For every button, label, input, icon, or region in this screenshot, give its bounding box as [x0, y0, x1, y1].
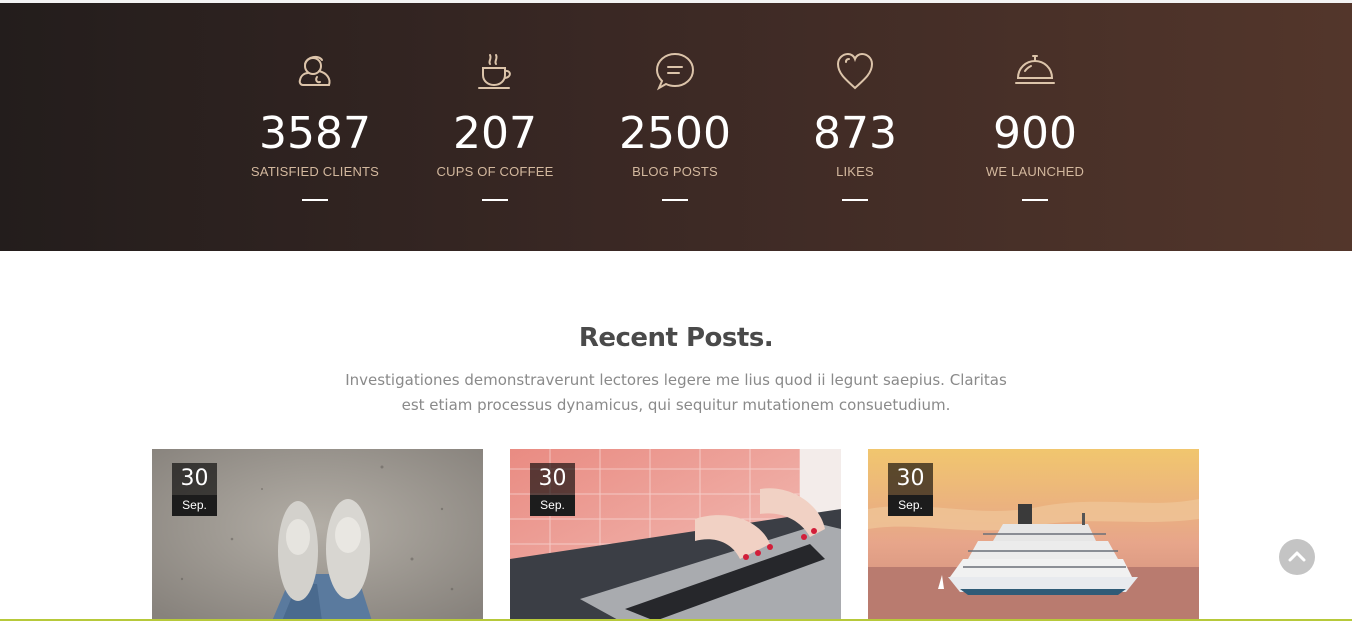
stat-dash: [482, 199, 508, 201]
post-card[interactable]: 30 Sep.: [152, 449, 483, 621]
page: 3587 SATISFIED CLIENTS 207 CUPS OF COFFE…: [0, 0, 1352, 621]
date-day: 30: [888, 463, 933, 495]
stat-dash: [1022, 199, 1048, 201]
stat-dash: [302, 199, 328, 201]
stat-label: SATISFIED CLIENTS: [250, 164, 380, 179]
stat-cups-of-coffee: 207 CUPS OF COFFEE: [405, 3, 585, 251]
stat-dash: [662, 199, 688, 201]
scroll-to-top-button[interactable]: [1279, 539, 1315, 575]
chevron-up-icon: [1288, 551, 1306, 562]
stat-likes: 873 LIKES: [765, 3, 945, 251]
stat-satisfied-clients: 3587 SATISFIED CLIENTS: [225, 3, 405, 251]
coffee-cup-icon: [475, 51, 515, 91]
post-card[interactable]: 30 Sep.: [510, 449, 841, 621]
stat-label: LIKES: [836, 164, 874, 179]
date-badge: 30 Sep.: [172, 463, 217, 516]
service-bell-icon: [1015, 51, 1055, 91]
stat-label: CUPS OF COFFEE: [436, 164, 554, 179]
date-month: Sep.: [888, 495, 933, 516]
stat-value: 3587: [259, 108, 371, 159]
stat-label: WE LAUNCHED: [985, 164, 1085, 179]
stat-value: 2500: [619, 108, 731, 159]
section-title: Recent Posts.: [578, 323, 774, 353]
stat-value: 873: [813, 108, 897, 159]
chat-bubble-icon: [655, 51, 695, 91]
stat-value: 207: [453, 108, 537, 159]
stat-we-launched: 900 WE LAUNCHED: [945, 3, 1125, 251]
date-day: 30: [172, 463, 217, 495]
date-badge: 30 Sep.: [888, 463, 933, 516]
date-month: Sep.: [530, 495, 575, 516]
post-card[interactable]: 30 Sep.: [868, 449, 1199, 621]
stat-value: 900: [993, 108, 1077, 159]
date-badge: 30 Sep.: [530, 463, 575, 516]
date-month: Sep.: [172, 495, 217, 516]
section-description: Investigationes demonstraverunt lectores…: [345, 371, 1007, 414]
stat-dash: [842, 199, 868, 201]
heart-icon: [835, 51, 875, 91]
stats-band: 3587 SATISFIED CLIENTS 207 CUPS OF COFFE…: [0, 3, 1352, 251]
user-icon: [295, 51, 335, 91]
date-day: 30: [530, 463, 575, 495]
stat-label: BLOG POSTS: [632, 164, 718, 179]
stat-blog-posts: 2500 BLOG POSTS: [585, 3, 765, 251]
